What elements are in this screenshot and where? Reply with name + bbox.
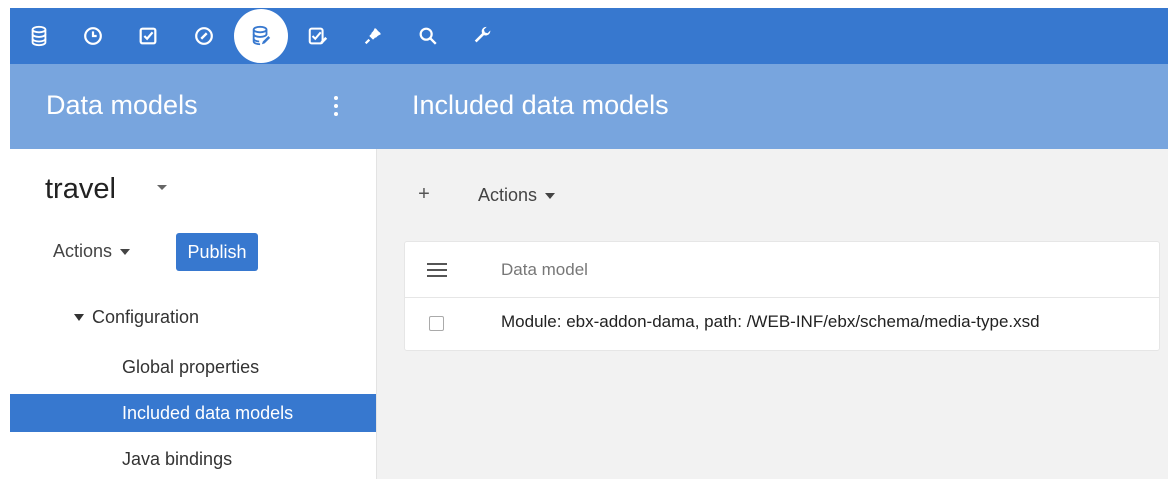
app-frame: Data models Included data models travel … [10,8,1168,479]
data-model-icon[interactable] [234,9,288,63]
search-icon[interactable] [407,15,449,57]
tree-item-global-properties[interactable]: Global properties [10,348,376,386]
sidebar-actions-menu[interactable]: Actions [53,241,131,262]
plugin-icon[interactable] [352,15,394,57]
panel-title: Data models [46,90,198,120]
task-checkbox-icon[interactable] [127,15,169,57]
publish-button[interactable]: Publish [176,233,258,271]
tree-group-configuration[interactable]: Configuration [74,307,199,328]
chevron-down-icon [545,192,556,199]
page-title: Included data models [412,90,669,120]
header-band: Data models Included data models [10,64,1168,149]
data-model-name: travel [45,173,116,205]
main-actions-label: Actions [478,185,538,205]
more-options-icon[interactable] [326,92,346,120]
tree-item-included-data-models[interactable]: Included data models [10,394,376,432]
row-data-model-label[interactable]: Module: ebx-addon-dama, path: /WEB-INF/e… [501,312,1040,332]
main-actions-menu[interactable]: Actions [478,185,556,206]
table-row[interactable]: Module: ebx-addon-dama, path: /WEB-INF/e… [405,298,1159,350]
row-checkbox[interactable] [429,316,444,331]
add-button[interactable]: + [413,183,435,206]
sidebar-actions-label: Actions [53,241,113,261]
sidebar: travel Actions Publish Configuration Glo… [10,149,376,479]
tree-group-label: Configuration [92,307,200,327]
column-header-data-model: Data model [501,260,588,279]
chevron-down-icon [120,248,131,255]
workflow-icon[interactable] [297,15,339,57]
table-header: Data model [405,242,1159,298]
model-switch-chevron-down-icon[interactable] [157,185,167,190]
expand-caret-icon [74,314,84,321]
database-icon[interactable] [18,15,60,57]
history-icon[interactable] [72,15,114,57]
column-menu-icon[interactable] [427,263,447,277]
data-models-table: Data model Module: ebx-addon-dama, path:… [404,241,1160,351]
wrench-icon[interactable] [462,15,504,57]
top-toolbar [10,8,1168,64]
tree-item-java-bindings[interactable]: Java bindings [10,440,376,478]
dashboard-icon[interactable] [183,15,225,57]
main-content: + Actions Data model Module: ebx-addon-d… [377,149,1168,479]
